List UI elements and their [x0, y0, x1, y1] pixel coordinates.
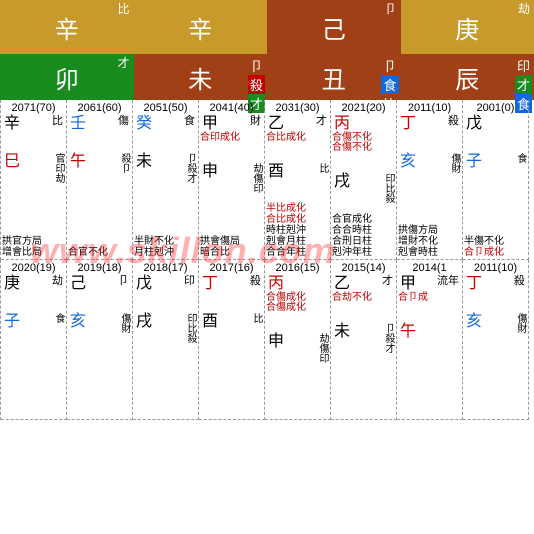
luck-cell: 2071(70) 辛比 巳官印劫 拱官方局增會比局: [1, 100, 67, 260]
pillar-3-stem: 己卩: [267, 0, 401, 54]
pillar-2-stem: 辛: [134, 0, 268, 54]
luck-cell: 2061(60) 壬傷 午殺卩 合官不化: [67, 100, 133, 260]
luck-cell: 2031(30) 乙才 合比成化 酉比 半比成化合比成化時柱剋沖剋會月柱合合年柱: [265, 100, 331, 260]
pillar-2-branch: 未卩殺才: [134, 54, 268, 100]
luck-cell: 2011(10) 丁殺 亥傷財: [463, 260, 529, 420]
luck-cell: 2019(18) 己卩 亥傷財: [67, 260, 133, 420]
pillar-3-branch: 丑卩食比: [267, 54, 401, 100]
pillar-1-branch: 卯才: [0, 54, 134, 100]
luck-cell: 2014(1 甲流年 合卩成 午: [397, 260, 463, 420]
luck-cell: 2020(19) 庚劫 子食: [1, 260, 67, 420]
luck-cell: 2016(15) 丙 合傷成化合傷成化 申劫傷印: [265, 260, 331, 420]
luck-pillars-row-1: 2071(70) 辛比 巳官印劫 拱官方局增會比局2061(60) 壬傷 午殺卩…: [0, 100, 534, 260]
pillar-4-stem: 庚劫: [401, 0, 534, 54]
luck-cell: 2011(10) 丁殺 亥傷財 拱傷方局增財不化剋會時柱: [397, 100, 463, 260]
pillar-1-stem: 辛比: [0, 0, 134, 54]
luck-cell: 2041(40) 甲財 合印成化 申劫傷印 拱會傷局暗合比: [199, 100, 265, 260]
four-pillars-header: 辛比 辛 己卩 庚劫 卯才 未卩殺才 丑卩食比 辰印才食: [0, 0, 534, 100]
luck-cell: 2015(14) 乙才 合劫不化 未卩殺才: [331, 260, 397, 420]
luck-cell: 2018(17) 戊印 戌印比殺: [133, 260, 199, 420]
luck-cell: 2021(20) 丙 合傷不化合傷不化 戌印比殺 合官成化合合時柱合刑日柱剋沖年…: [331, 100, 397, 260]
luck-cell: 2017(16) 丁殺 酉比: [199, 260, 265, 420]
luck-pillars-row-2: 2020(19) 庚劫 子食 2019(18) 己卩 亥傷財 2018(17) …: [0, 260, 534, 420]
pillar-4-branch: 辰印才食: [401, 54, 534, 100]
luck-cell: 2051(50) 癸食 未卩殺才 半財不化月柱剋沖: [133, 100, 199, 260]
luck-cell: 2001(0) 戊 子食 半傷不化合卩成化: [463, 100, 529, 260]
